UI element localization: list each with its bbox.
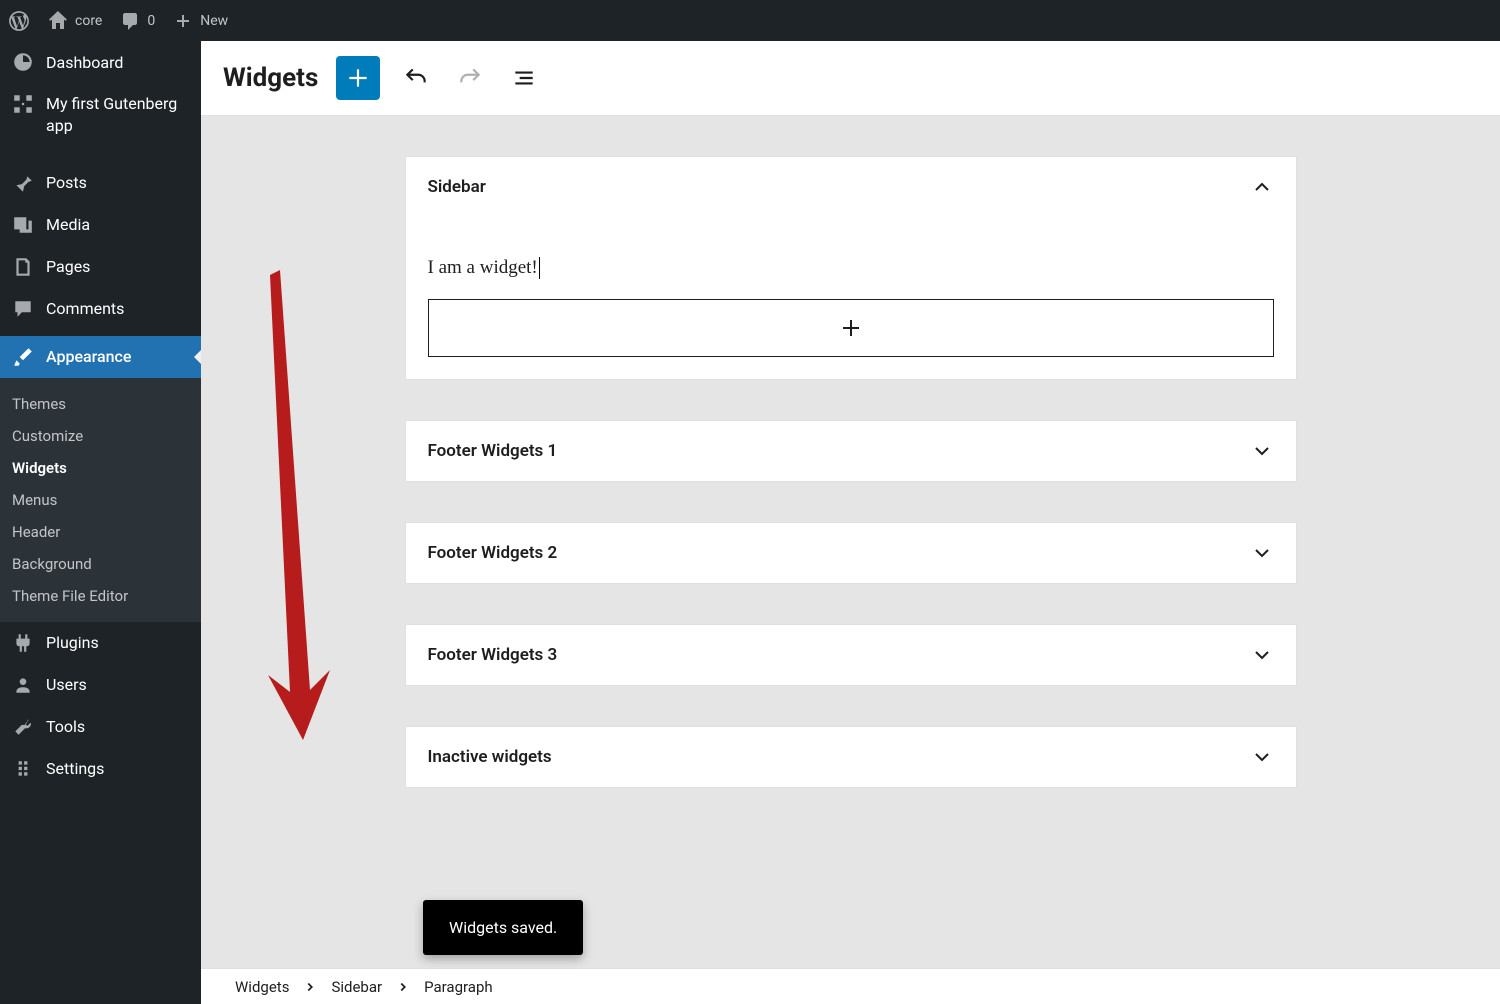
widget-area-inactive: Inactive widgets: [405, 726, 1297, 788]
chevron-up-icon: [1250, 175, 1274, 199]
chevron-right-icon: [303, 980, 317, 994]
sidebar-item-appearance[interactable]: Appearance: [0, 336, 201, 378]
list-view-button[interactable]: [506, 60, 542, 96]
sidebar-item-plugins[interactable]: Plugins: [0, 622, 201, 664]
breadcrumb: Widgets Sidebar Paragraph: [201, 968, 1500, 1004]
comments-icon: [12, 298, 34, 320]
widget-area-header[interactable]: Sidebar: [406, 157, 1296, 217]
site-link[interactable]: core: [48, 11, 102, 31]
comment-icon: [120, 11, 140, 31]
sidebar-label: Users: [46, 675, 87, 694]
undo-button[interactable]: [398, 60, 434, 96]
media-icon: [12, 214, 34, 236]
app-icon: [12, 93, 34, 115]
toast-notification: Widgets saved.: [423, 900, 583, 955]
submenu-themes[interactable]: Themes: [0, 388, 201, 420]
sidebar-item-dashboard[interactable]: Dashboard: [0, 41, 201, 83]
sidebar-label: Comments: [46, 299, 124, 318]
brush-icon: [12, 346, 34, 368]
pin-icon: [12, 172, 34, 194]
redo-button[interactable]: [452, 60, 488, 96]
widget-area-sidebar: Sidebar I am a widget!: [405, 156, 1297, 380]
toast-message: Widgets saved.: [449, 918, 557, 937]
crumb-widgets[interactable]: Widgets: [235, 978, 289, 996]
widget-area-body: I am a widget!: [406, 217, 1296, 379]
settings-icon: [12, 758, 34, 780]
sidebar-item-media[interactable]: Media: [0, 204, 201, 246]
wordpress-logo[interactable]: [8, 10, 30, 32]
paragraph-block[interactable]: I am a widget!: [428, 257, 540, 279]
admin-sidebar: Dashboard My first Gutenberg app Posts M…: [0, 41, 201, 1004]
sidebar-label: Dashboard: [46, 53, 123, 72]
plus-icon: [345, 65, 371, 91]
chevron-right-icon: [396, 980, 410, 994]
crumb-paragraph[interactable]: Paragraph: [424, 978, 493, 996]
new-label: New: [200, 13, 228, 29]
add-block-button[interactable]: [336, 56, 380, 100]
appearance-submenu: Themes Customize Widgets Menus Header Ba…: [0, 378, 201, 622]
widget-area-header[interactable]: Inactive widgets: [406, 727, 1296, 787]
pages-icon: [12, 256, 34, 278]
tools-icon: [12, 716, 34, 738]
sidebar-item-posts[interactable]: Posts: [0, 162, 201, 204]
widget-area-footer-3: Footer Widgets 3: [405, 624, 1297, 686]
widget-area-title: Sidebar: [428, 177, 486, 197]
sidebar-item-pages[interactable]: Pages: [0, 246, 201, 288]
sidebar-item-settings[interactable]: Settings: [0, 748, 201, 790]
sidebar-item-users[interactable]: Users: [0, 664, 201, 706]
widget-area-title: Footer Widgets 3: [428, 645, 558, 665]
page-title: Widgets: [223, 63, 318, 93]
submenu-background[interactable]: Background: [0, 548, 201, 580]
sidebar-label: My first Gutenberg app: [46, 93, 189, 138]
submenu-header[interactable]: Header: [0, 516, 201, 548]
sidebar-item-tools[interactable]: Tools: [0, 706, 201, 748]
widget-area-header[interactable]: Footer Widgets 1: [406, 421, 1296, 481]
site-name: core: [75, 13, 102, 29]
widget-area-header[interactable]: Footer Widgets 2: [406, 523, 1296, 583]
comment-count: 0: [147, 13, 155, 29]
widget-area-title: Inactive widgets: [428, 747, 552, 767]
sidebar-label: Settings: [46, 759, 104, 778]
sidebar-label: Posts: [46, 173, 87, 192]
home-icon: [48, 11, 68, 31]
dashboard-icon: [12, 51, 34, 73]
submenu-theme-file-editor[interactable]: Theme File Editor: [0, 580, 201, 612]
undo-icon: [403, 65, 429, 91]
admin-bar: core 0 New: [0, 0, 1500, 41]
list-view-icon: [511, 65, 537, 91]
users-icon: [12, 674, 34, 696]
chevron-down-icon: [1250, 643, 1274, 667]
editor-body: Sidebar I am a widget! Footer Widgets 1 …: [201, 116, 1500, 968]
sidebar-label: Tools: [46, 717, 85, 736]
submenu-menus[interactable]: Menus: [0, 484, 201, 516]
widget-area-title: Footer Widgets 2: [428, 543, 558, 563]
plus-icon: [839, 316, 863, 340]
new-link[interactable]: New: [173, 11, 228, 31]
sidebar-label: Appearance: [46, 347, 131, 366]
wordpress-icon: [8, 10, 30, 32]
sidebar-label: Plugins: [46, 633, 99, 652]
redo-icon: [457, 65, 483, 91]
widget-area-header[interactable]: Footer Widgets 3: [406, 625, 1296, 685]
chevron-down-icon: [1250, 541, 1274, 565]
add-block-inline-button[interactable]: [428, 299, 1274, 357]
submenu-widgets[interactable]: Widgets: [0, 452, 201, 484]
comments-link[interactable]: 0: [120, 11, 155, 31]
editor-header: Widgets: [201, 41, 1500, 116]
crumb-sidebar[interactable]: Sidebar: [331, 978, 382, 996]
sidebar-label: Media: [46, 215, 90, 234]
main: Widgets Sidebar I am a widget!: [201, 41, 1500, 1004]
widget-area-footer-2: Footer Widgets 2: [405, 522, 1297, 584]
sidebar-label: Pages: [46, 257, 90, 276]
sidebar-item-comments[interactable]: Comments: [0, 288, 201, 330]
plus-icon: [173, 11, 193, 31]
chevron-down-icon: [1250, 745, 1274, 769]
chevron-down-icon: [1250, 439, 1274, 463]
sidebar-item-gutenberg-app[interactable]: My first Gutenberg app: [0, 83, 201, 148]
submenu-customize[interactable]: Customize: [0, 420, 201, 452]
plugin-icon: [12, 632, 34, 654]
widget-area-footer-1: Footer Widgets 1: [405, 420, 1297, 482]
widget-area-title: Footer Widgets 1: [428, 441, 558, 461]
